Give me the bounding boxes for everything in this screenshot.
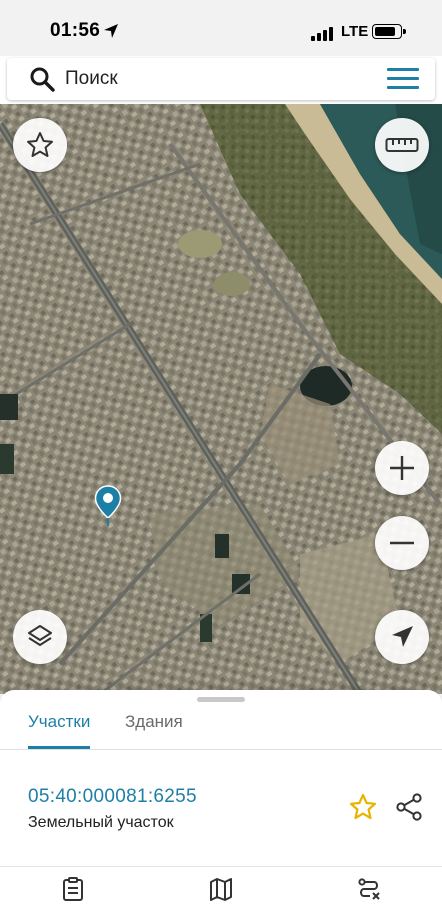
satellite-map[interactable] <box>0 104 442 694</box>
bottom-nav <box>0 872 442 910</box>
ruler-icon <box>385 138 419 152</box>
zoom-in-button[interactable] <box>375 441 429 495</box>
cadastral-number[interactable]: 05:40:000081:6255 <box>28 786 197 808</box>
star-icon <box>27 132 53 157</box>
sheet-grabber[interactable] <box>197 697 245 702</box>
network-type: LTE <box>341 23 369 40</box>
layers-button[interactable] <box>13 610 67 664</box>
search-icon[interactable] <box>29 66 55 92</box>
map-imagery <box>0 104 442 694</box>
object-type: Земельный участок <box>28 814 174 831</box>
my-location-button[interactable] <box>375 610 429 664</box>
status-bar: 01:56 LTE <box>0 0 442 56</box>
results-tabs: Участки Здания <box>0 704 442 750</box>
ruler-button[interactable] <box>375 118 429 172</box>
tab-buildings[interactable]: Здания <box>125 712 183 746</box>
map-icon[interactable] <box>208 876 234 902</box>
results-sheet: Участки Здания 05:40:000081:6255 Земельн… <box>0 690 442 910</box>
location-pin-icon[interactable] <box>94 485 122 527</box>
star-outline-icon[interactable] <box>348 792 378 822</box>
result-item[interactable]: 05:40:000081:6255 Земельный участок <box>0 752 442 864</box>
layers-icon <box>28 625 52 646</box>
clipboard-icon[interactable] <box>60 876 86 902</box>
share-icon[interactable] <box>394 792 424 822</box>
favorites-button[interactable] <box>13 118 67 172</box>
search-bar[interactable] <box>7 58 435 100</box>
signal-icon <box>311 25 335 41</box>
search-input[interactable] <box>65 67 365 91</box>
tab-parcels[interactable]: Участки <box>28 712 91 749</box>
zoom-out-button[interactable] <box>375 516 429 570</box>
route-icon[interactable] <box>356 876 382 902</box>
plus-icon <box>390 456 414 480</box>
minus-icon <box>390 541 414 545</box>
navigation-arrow-icon <box>392 626 413 647</box>
location-arrow-icon <box>104 24 118 38</box>
menu-icon[interactable] <box>387 68 419 90</box>
divider <box>0 866 442 867</box>
battery-icon <box>372 24 406 39</box>
status-time: 01:56 <box>50 20 101 41</box>
